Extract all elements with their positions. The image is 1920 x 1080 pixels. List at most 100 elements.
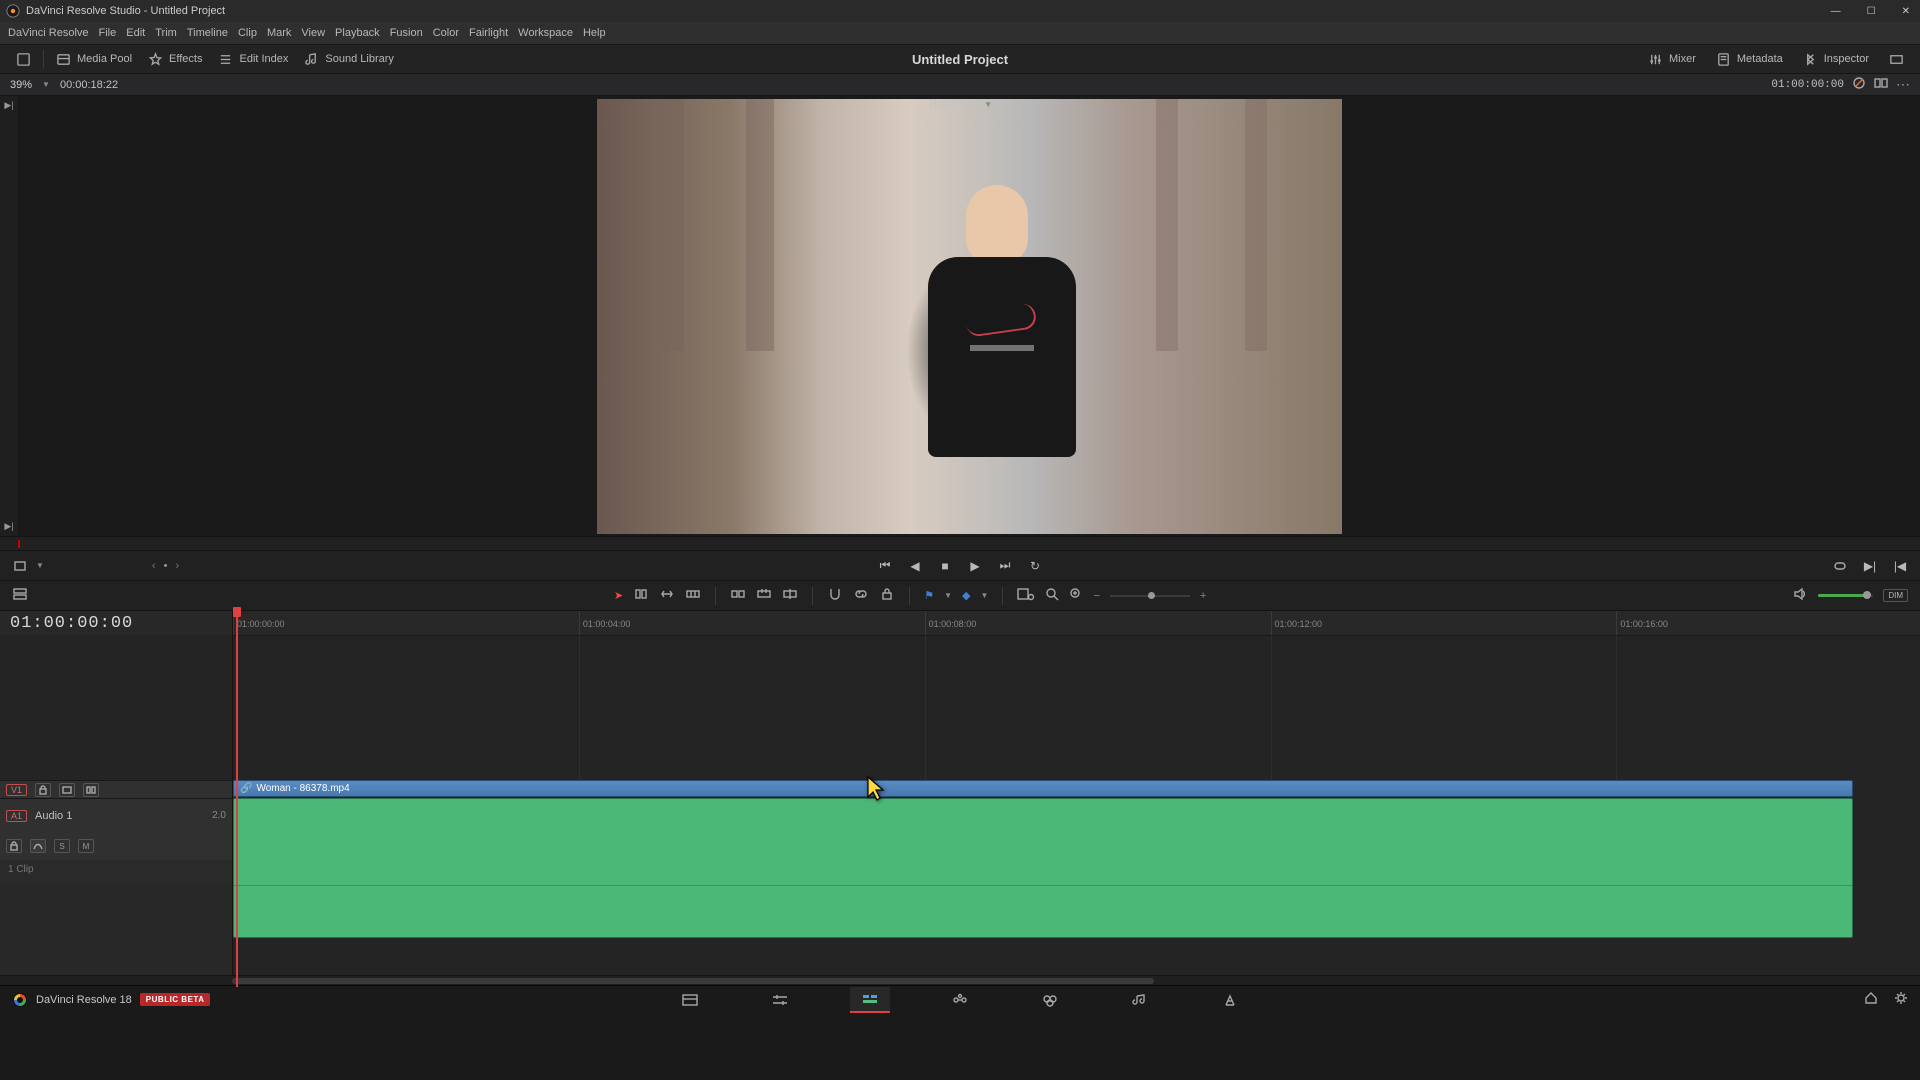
menu-color[interactable]: Color <box>433 27 459 39</box>
go-end-icon[interactable]: ▶| <box>1862 558 1878 574</box>
viewer-zoom-percent[interactable]: 39% <box>10 79 32 91</box>
link-icon[interactable] <box>853 586 869 605</box>
volume-slider[interactable] <box>1818 594 1873 597</box>
timeline-playhead[interactable] <box>233 607 241 617</box>
mute-button[interactable]: M <box>78 839 94 853</box>
zoom-out-icon[interactable]: − <box>1093 590 1099 602</box>
viewer-timecode[interactable]: 01:00:00:00 <box>1771 79 1844 91</box>
prev-frame-icon[interactable]: ◀ <box>907 558 923 574</box>
media-page-tab[interactable] <box>670 987 710 1013</box>
close-button[interactable]: ✕ <box>1898 6 1914 17</box>
selection-tool-icon[interactable]: ➤ <box>614 589 623 602</box>
track-thumb-icon[interactable] <box>83 783 99 797</box>
insert-clip-icon[interactable] <box>730 586 746 605</box>
mixer-button[interactable]: Mixer <box>1640 48 1704 71</box>
mute-icon[interactable] <box>1792 586 1808 605</box>
deliver-page-tab[interactable] <box>1210 987 1250 1013</box>
fairlight-page-tab[interactable] <box>1120 987 1160 1013</box>
maximize-button[interactable]: ☐ <box>1863 6 1880 17</box>
marker-icon[interactable]: ◆ <box>962 589 970 602</box>
overwrite-clip-icon[interactable] <box>756 586 772 605</box>
next-edit-icon[interactable]: ▶| <box>4 100 13 111</box>
viewer-canvas[interactable] <box>18 96 1920 536</box>
nav-next-icon[interactable]: › <box>175 560 179 572</box>
flag-dropdown-icon[interactable]: ▼ <box>944 591 952 600</box>
effects-button[interactable]: Effects <box>140 48 210 71</box>
solo-button[interactable]: S <box>54 839 70 853</box>
video-clip[interactable]: 🔗 Woman - 86378.mp4 <box>233 780 1853 797</box>
tracks-area[interactable]: 🔗 Woman - 86378.mp4 <box>232 635 1920 975</box>
prev-edit-icon[interactable]: ▶| <box>4 521 13 532</box>
marker-dropdown-icon[interactable]: ▼ <box>981 591 989 600</box>
sound-library-button[interactable]: Sound Library <box>296 48 402 71</box>
bypass-grade-icon[interactable] <box>1852 76 1866 93</box>
video-track-header[interactable]: V1 <box>0 780 232 798</box>
flag-icon[interactable]: ⚑ <box>924 589 934 602</box>
jump-last-icon[interactable]: ⏭ <box>997 558 1013 574</box>
zoom-tool-icon[interactable] <box>1069 587 1083 604</box>
cut-page-tab[interactable] <box>760 987 800 1013</box>
index-search-icon[interactable] <box>1017 587 1035 604</box>
menu-clip[interactable]: Clip <box>238 27 257 39</box>
position-lock-icon[interactable] <box>879 586 895 605</box>
go-start-icon[interactable]: |◀ <box>1892 558 1908 574</box>
fusion-page-tab[interactable] <box>940 987 980 1013</box>
scrubber-playhead[interactable] <box>18 540 20 548</box>
timeline-dropdown-icon[interactable]: ▼ <box>984 100 992 109</box>
menu-help[interactable]: Help <box>583 27 606 39</box>
color-page-tab[interactable] <box>1030 987 1070 1013</box>
audio-clip[interactable] <box>233 798 1853 938</box>
nav-prev-icon[interactable]: ‹ <box>152 560 156 572</box>
track-disable-icon[interactable] <box>59 783 75 797</box>
dual-viewer-icon[interactable] <box>1874 76 1888 93</box>
viewer-options-icon[interactable]: ⋯ <box>1896 76 1910 93</box>
master-timecode[interactable]: 01:00:00:00 <box>10 614 133 633</box>
edit-page-tab[interactable] <box>850 987 890 1013</box>
audio-lock-icon[interactable] <box>6 839 22 853</box>
trim-tool-icon[interactable] <box>633 586 649 605</box>
edit-index-button[interactable]: Edit Index <box>210 48 296 71</box>
match-frame-dropdown-icon[interactable]: ▼ <box>36 561 44 570</box>
dynamic-trim-icon[interactable] <box>659 586 675 605</box>
timeline-view-options-icon[interactable] <box>12 586 28 605</box>
minimize-button[interactable]: — <box>1827 6 1845 17</box>
jump-first-icon[interactable]: ⏮ <box>877 558 893 574</box>
timeline-ruler[interactable]: 01:00:00:00 01:00:04:00 01:00:08:00 01:0… <box>232 611 1920 635</box>
loop-icon[interactable]: ↻ <box>1027 558 1043 574</box>
zoom-in-icon[interactable]: + <box>1200 590 1206 602</box>
menu-fusion[interactable]: Fusion <box>390 27 423 39</box>
menu-playback[interactable]: Playback <box>335 27 380 39</box>
find-icon[interactable] <box>1045 587 1059 604</box>
home-icon[interactable] <box>1864 991 1878 1008</box>
expand-viewer-icon[interactable] <box>1832 558 1848 574</box>
match-frame-icon[interactable] <box>12 558 28 574</box>
menu-davinci-resolve[interactable]: DaVinci Resolve <box>8 27 89 39</box>
timeline-name-label[interactable]: Timeline 1 <box>928 98 978 110</box>
play-icon[interactable]: ▶ <box>967 558 983 574</box>
dim-button[interactable]: DIM <box>1883 589 1908 602</box>
menu-workspace[interactable]: Workspace <box>518 27 573 39</box>
track-lock-icon[interactable] <box>35 783 51 797</box>
fullscreen-viewer-button[interactable] <box>8 48 39 71</box>
snapping-icon[interactable] <box>827 586 843 605</box>
blade-tool-icon[interactable] <box>685 586 701 605</box>
timeline-zoom-slider[interactable] <box>1110 595 1190 597</box>
audio-curve-icon[interactable] <box>30 839 46 853</box>
viewer-scrubber[interactable] <box>0 536 1920 550</box>
menu-mark[interactable]: Mark <box>267 27 291 39</box>
menu-trim[interactable]: Trim <box>155 27 177 39</box>
audio-track-header[interactable]: A1 Audio 1 2.0 <box>0 798 232 832</box>
video-track-badge[interactable]: V1 <box>6 784 27 796</box>
zoom-dropdown-icon[interactable]: ▼ <box>42 80 50 89</box>
menu-edit[interactable]: Edit <box>126 27 145 39</box>
menu-file[interactable]: File <box>99 27 117 39</box>
replace-clip-icon[interactable] <box>782 586 798 605</box>
inspector-button[interactable]: Inspector <box>1795 48 1877 71</box>
menu-timeline[interactable]: Timeline <box>187 27 228 39</box>
media-pool-button[interactable]: Media Pool <box>48 48 140 71</box>
menu-fairlight[interactable]: Fairlight <box>469 27 508 39</box>
stop-icon[interactable]: ■ <box>937 558 953 574</box>
menu-view[interactable]: View <box>301 27 325 39</box>
timeline-hscrollbar[interactable] <box>0 975 1920 985</box>
metadata-button[interactable]: Metadata <box>1708 48 1791 71</box>
